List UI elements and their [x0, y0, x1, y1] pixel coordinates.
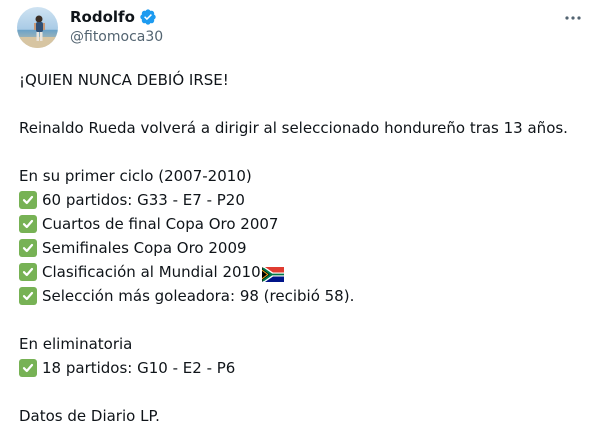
author-name-row: Rodolfo [70, 8, 157, 26]
list-item: 60 partidos: G33 - E7 - P20 [19, 188, 589, 212]
tweet-line: En su primer ciclo (2007-2010) [19, 167, 252, 185]
list-item-text: Clasificación al Mundial 2010 [42, 263, 261, 281]
profile-photo-icon [17, 7, 58, 48]
author-name[interactable]: Rodolfo [70, 8, 135, 26]
list-item: Clasificación al Mundial 2010 [19, 260, 589, 284]
list-item: Cuartos de final Copa Oro 2007 [19, 212, 589, 236]
check-mark-icon [19, 287, 37, 305]
list-item-text: Selección más goleadora: 98 (recibió 58)… [42, 287, 355, 305]
tweet-line: En eliminatoria [19, 335, 133, 353]
tweet-line: Reinaldo Rueda volverá a dirigir al sele… [19, 119, 568, 137]
tweet-card: Rodolfo @fitomoca30 ¡QUIEN NUNCA DEBIÓ I… [0, 0, 607, 427]
check-mark-icon [19, 359, 37, 377]
check-mark-icon [19, 191, 37, 209]
author-handle[interactable]: @fitomoca30 [70, 29, 163, 45]
check-mark-icon [19, 215, 37, 233]
tweet-line: ¡QUIEN NUNCA DEBIÓ IRSE! [19, 71, 229, 89]
check-mark-icon [19, 263, 37, 281]
list-item: Semifinales Copa Oro 2009 [19, 236, 589, 260]
list-item-text: Cuartos de final Copa Oro 2007 [42, 215, 279, 233]
south-africa-flag-icon [261, 265, 284, 282]
list-item-text: Semifinales Copa Oro 2009 [42, 239, 247, 257]
tweet-line: Datos de Diario LP. [19, 407, 160, 425]
check-mark-icon [19, 239, 37, 257]
avatar[interactable] [17, 7, 58, 48]
list-item-text: 60 partidos: G33 - E7 - P20 [42, 191, 245, 209]
verified-badge-icon[interactable] [139, 8, 157, 26]
tweet-text: ¡QUIEN NUNCA DEBIÓ IRSE! Reinaldo Rueda … [19, 68, 589, 427]
more-options-icon[interactable] [563, 8, 583, 28]
list-item-text: 18 partidos: G10 - E2 - P6 [42, 359, 236, 377]
list-item: 18 partidos: G10 - E2 - P6 [19, 356, 589, 380]
list-item: Selección más goleadora: 98 (recibió 58)… [19, 284, 589, 308]
